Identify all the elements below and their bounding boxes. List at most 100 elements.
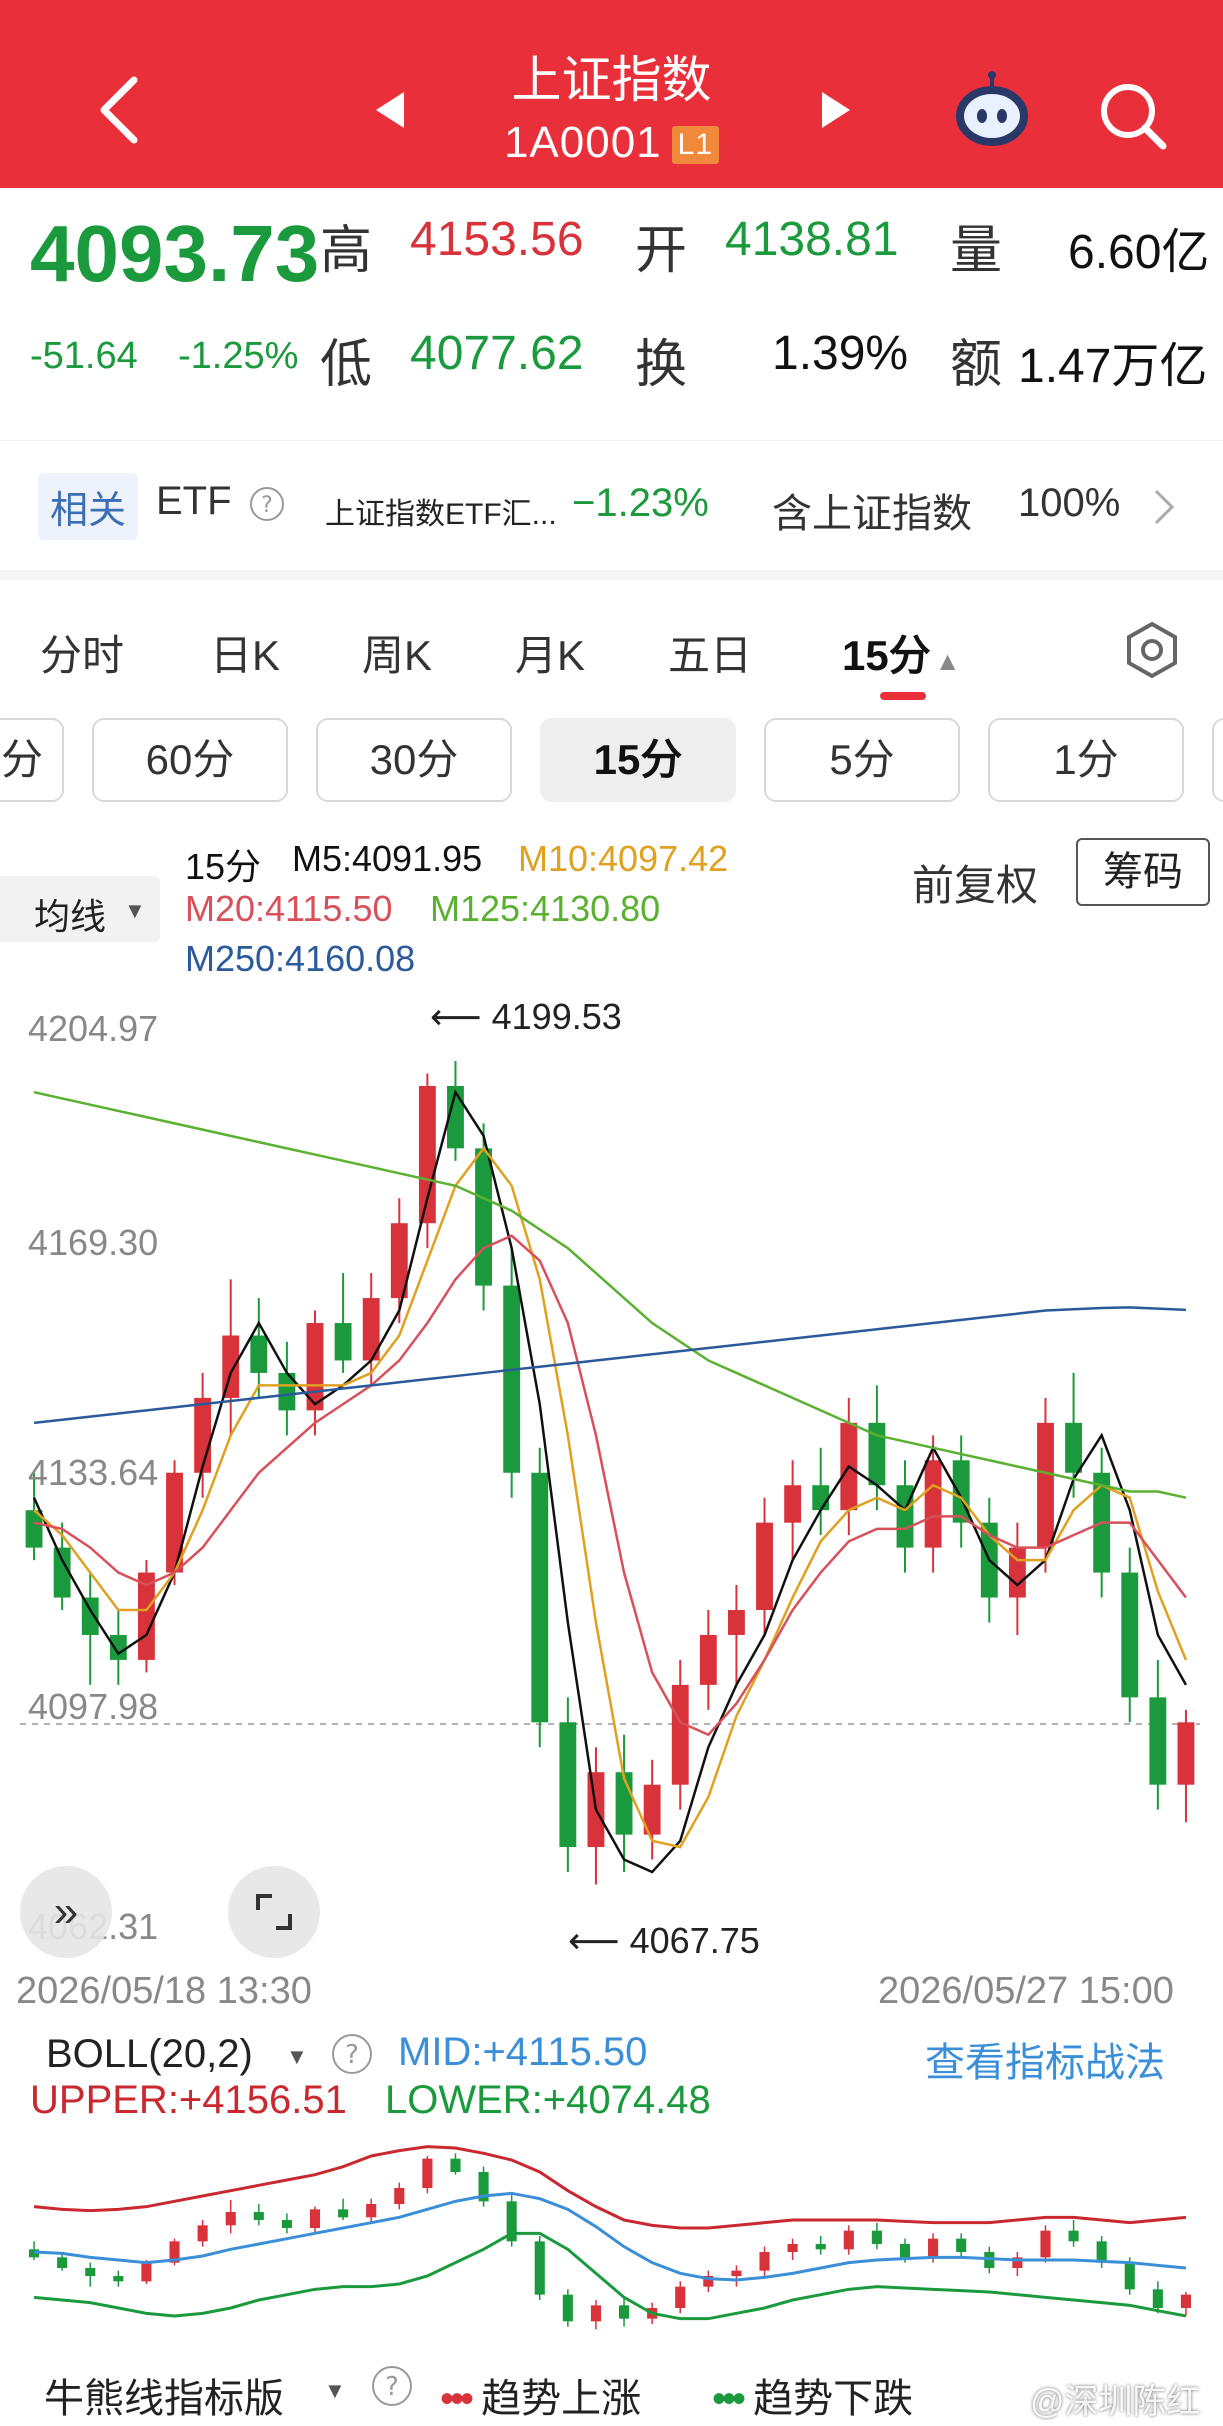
triangle-up-icon: ▲ (934, 646, 961, 676)
boll-candle-body (1124, 2262, 1135, 2290)
ma-m10: M10:4097.42 (518, 838, 729, 879)
boll-chart[interactable] (0, 2130, 1223, 2350)
boll-strategy-link[interactable]: 查看指标战法 (925, 2030, 1165, 2088)
candle-body (334, 1323, 352, 1361)
boll-candle-body (141, 2262, 152, 2282)
boll-candle-body (450, 2158, 461, 2172)
boll-candle-body (197, 2225, 208, 2242)
related-etf-bar[interactable]: 相关 ETF ? 上证指数ETF汇... −1.23% 含上证指数 100% (0, 440, 1223, 571)
turnover-value: 1.39% (772, 327, 909, 380)
boll-candle-body (534, 2241, 545, 2295)
legend-up-dots: ••• (440, 2377, 474, 2421)
pill-15min[interactable]: 15分 (540, 718, 736, 802)
boll-candle-body (899, 2244, 911, 2258)
min-price-value: 4067.75 (629, 1920, 760, 1961)
fullscreen-glyph (256, 1894, 292, 1930)
next-arrow-icon[interactable] (818, 88, 854, 132)
candle-body (475, 1148, 492, 1286)
boll-lower-line (33, 2231, 1187, 2321)
stock-code: 1A0001 L1 (0, 118, 1223, 168)
title-bar: 上证指数 1A0001 L1 (0, 0, 1223, 188)
settings-icon[interactable] (1122, 620, 1182, 680)
ma-period: 15分 (185, 846, 262, 887)
boll-candle-body (253, 2212, 264, 2220)
boll-candle-body (1180, 2294, 1192, 2308)
etf-holding-pct: 100% (1018, 481, 1121, 525)
search-icon[interactable] (1095, 78, 1171, 154)
ma-line-m5 (32, 1089, 1188, 1874)
tab-week-k[interactable]: 周K (362, 622, 432, 683)
robot-assistant-icon[interactable] (950, 70, 1034, 150)
tab-15min[interactable]: 15分 ▲ (842, 622, 960, 683)
etf-holding-text: 含上证指数 (772, 492, 972, 536)
chevron-right-icon (1154, 489, 1175, 525)
boll-candle-body (759, 2252, 770, 2271)
x-end-time: 2026/05/27 15:00 (878, 1970, 1174, 2012)
boll-candle-body (1096, 2241, 1107, 2263)
tab-day-k[interactable]: 日K (210, 622, 280, 683)
caret-down-icon: ▼ (286, 2044, 308, 2069)
pill-60min[interactable]: 60分 (92, 718, 288, 802)
boll-candle-body (675, 2286, 686, 2308)
boll-candle-body (843, 2230, 854, 2250)
expand-left-icon[interactable]: » (20, 1866, 112, 1958)
pill-more[interactable] (1212, 718, 1223, 802)
candle-body (194, 1397, 212, 1473)
boll-candle-body (281, 2220, 292, 2228)
boll-candle-body (113, 2276, 124, 2282)
related-tag: 相关 (38, 473, 139, 540)
ma-line-m10 (33, 1146, 1188, 1849)
boll-candle-body (394, 2188, 405, 2204)
boll-candle-body (57, 2257, 68, 2268)
ma-m5: M5:4091.95 (292, 838, 483, 879)
ma-selector[interactable]: 均线 ▼ (0, 876, 160, 942)
boll-candle-body (1040, 2230, 1051, 2258)
bull-bear-help-icon[interactable]: ? (370, 2364, 414, 2408)
left-arrow-icon: ⟵ (430, 996, 492, 1037)
volume-value: 6.60亿 (1068, 226, 1210, 279)
candle-body (728, 1610, 745, 1635)
kline-chart[interactable] (0, 990, 1223, 1990)
pill-30min[interactable]: 30分 (316, 718, 512, 802)
bull-bear-selector[interactable]: 牛熊线指标版 ▼ (30, 2360, 360, 2421)
candle-body (699, 1634, 717, 1685)
tab-five-day[interactable]: 五日 (668, 622, 752, 683)
ma-line-m20 (33, 1234, 1187, 1737)
tab-month-k[interactable]: 月K (515, 622, 585, 683)
boll-candle-body (366, 2204, 377, 2218)
boll-candle-body (928, 2238, 939, 2258)
pill-1min[interactable]: 1分 (988, 718, 1184, 802)
boll-candle-body (871, 2230, 882, 2244)
candle-body (531, 1472, 549, 1723)
boll-candle-body (787, 2244, 798, 2252)
info-icon[interactable]: ? (248, 485, 286, 523)
pill-partial[interactable]: 分 (0, 718, 64, 802)
fq-toggle[interactable]: 前复权 (912, 852, 1038, 913)
candle-body (1037, 1422, 1054, 1548)
legend-down: ••• 趋势下跌 (712, 2366, 913, 2424)
pill-5min[interactable]: 5分 (764, 718, 960, 802)
boll-candle-body (422, 2158, 433, 2188)
active-tab-indicator (880, 692, 926, 700)
period-tabs: 分时 日K 周K 月K 五日 15分 ▲ (0, 570, 1223, 710)
boll-candle-body (1152, 2289, 1163, 2308)
max-price-label: ⟵ 4199.53 (430, 996, 622, 1038)
bull-bear-label: 牛熊线指标版 (44, 2377, 284, 2421)
boll-candle-body (338, 2209, 349, 2218)
open-value: 4138.81 (725, 213, 899, 266)
candle-body (812, 1485, 830, 1511)
stock-code-text: 1A0001 (503, 118, 662, 167)
boll-selector[interactable]: BOLL(20,2) ▼ (20, 2026, 320, 2082)
boll-candle-body (1068, 2230, 1079, 2242)
y-tick-3: 4133.64 (28, 1452, 159, 1493)
candle-body (671, 1684, 689, 1785)
fullscreen-icon[interactable] (228, 1866, 320, 1958)
candle-body (109, 1634, 127, 1660)
candle-body (250, 1335, 268, 1373)
boll-candle-body (85, 2268, 96, 2276)
boll-help-icon[interactable]: ? (330, 2032, 374, 2076)
chouma-button[interactable]: 筹码 (1076, 838, 1210, 906)
tab-fenshi[interactable]: 分时 (40, 622, 124, 683)
watermark: @深圳陈红 (1030, 2383, 1201, 2421)
legend-up: ••• 趋势上涨 (440, 2366, 641, 2424)
